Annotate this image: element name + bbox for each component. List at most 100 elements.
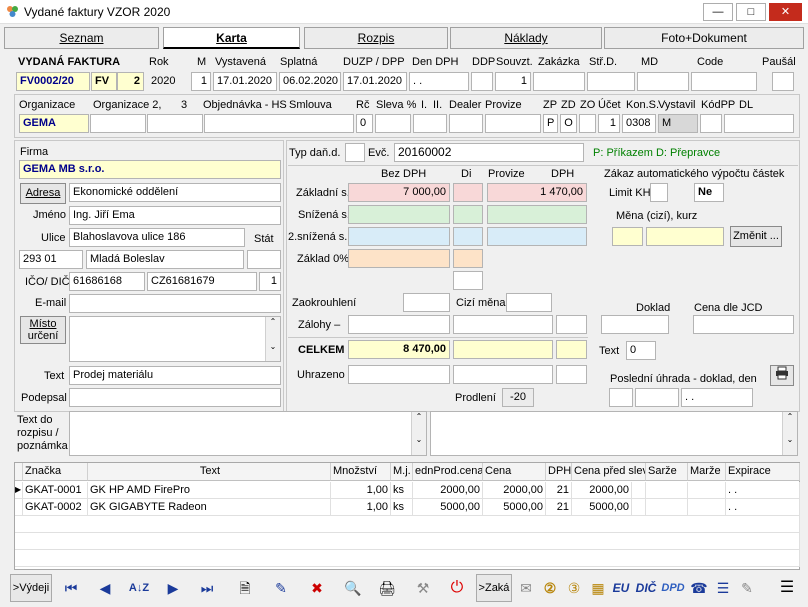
- cell-cena[interactable]: 2000,00: [483, 482, 546, 499]
- rc-field[interactable]: 0: [356, 114, 373, 133]
- scroll-up-icon[interactable]: ⌃: [412, 412, 426, 421]
- ucet-field[interactable]: 1: [598, 114, 620, 133]
- col-dph[interactable]: DPH: [546, 463, 572, 481]
- issued-date-field[interactable]: 17.01.2020: [213, 72, 277, 91]
- tab-rozpis[interactable]: Rozpis: [304, 27, 448, 49]
- zalohy-field[interactable]: [348, 315, 450, 334]
- vydej-button[interactable]: >Výdeji: [10, 574, 52, 602]
- vystavil-field[interactable]: M: [658, 114, 698, 133]
- cell-cena[interactable]: 5000,00: [483, 499, 546, 516]
- zakazka-field[interactable]: [533, 72, 585, 91]
- evc-field[interactable]: 20160002: [394, 143, 584, 162]
- payment-2-icon[interactable]: ②: [538, 574, 562, 602]
- limit-kh-field[interactable]: [650, 183, 668, 202]
- col-cena[interactable]: Cena: [483, 463, 546, 481]
- sleva-ii-field[interactable]: [413, 114, 447, 133]
- kurz-field[interactable]: [646, 227, 724, 246]
- cell-sarze[interactable]: [646, 499, 688, 516]
- cell-marze[interactable]: [688, 499, 726, 516]
- cell-text[interactable]: GK GIGABYTE Radeon: [88, 499, 331, 516]
- misto-urceni-field[interactable]: [69, 316, 281, 362]
- ddp-field[interactable]: [471, 72, 493, 91]
- posledni-date-field[interactable]: . .: [681, 388, 753, 407]
- cell-znacka[interactable]: GKAT-0001: [23, 482, 88, 499]
- vat-day-field[interactable]: . .: [409, 72, 469, 91]
- invoice-number-field[interactable]: FV0002/20: [16, 72, 90, 91]
- power-icon[interactable]: ⏻: [442, 574, 472, 602]
- col-sarze[interactable]: Sarže: [646, 463, 688, 481]
- psc-field[interactable]: 293 01: [19, 250, 83, 269]
- cell-text[interactable]: GK HP AMD FirePro: [88, 482, 331, 499]
- dl-field[interactable]: [724, 114, 794, 133]
- print-icon[interactable]: 🖨: [372, 574, 402, 602]
- souvzt-field[interactable]: 1: [495, 72, 531, 91]
- md-field[interactable]: [637, 72, 689, 91]
- adresa-button[interactable]: Adresa: [20, 183, 66, 204]
- due-date-field[interactable]: 06.02.2020: [279, 72, 341, 91]
- zaokrouhleni-field[interactable]: [403, 293, 450, 312]
- series-number-field[interactable]: 2: [117, 72, 144, 91]
- duzp-field[interactable]: 17.01.2020: [343, 72, 407, 91]
- edit-icon[interactable]: ✎: [266, 574, 296, 602]
- snizena-bez-dph-field[interactable]: [348, 205, 450, 224]
- maximize-button[interactable]: □: [736, 3, 766, 21]
- code-field[interactable]: [691, 72, 757, 91]
- snizena2-dph-field[interactable]: [487, 227, 587, 246]
- empty-row[interactable]: [15, 550, 800, 567]
- scroll-up-icon[interactable]: ⌃: [783, 412, 797, 421]
- jmeno-field[interactable]: Ing. Jiří Ema: [69, 206, 281, 225]
- empty-row[interactable]: [15, 516, 800, 533]
- tab-seznam[interactable]: Seznam: [4, 27, 159, 49]
- cell-blank[interactable]: [632, 499, 646, 516]
- cizi-mena-field[interactable]: [506, 293, 552, 312]
- minimize-button[interactable]: —: [703, 3, 733, 21]
- cell-expirace[interactable]: . .: [726, 482, 800, 499]
- scroll-down-icon[interactable]: ⌄: [266, 342, 280, 351]
- next-record-icon[interactable]: ▶: [158, 574, 188, 602]
- print-payment-button[interactable]: [770, 365, 794, 386]
- celkem-extra-field[interactable]: [556, 340, 587, 359]
- cell-znacka[interactable]: GKAT-0002: [23, 499, 88, 516]
- col-znacka[interactable]: Značka: [23, 463, 88, 481]
- prodleni-field[interactable]: -20: [502, 388, 534, 407]
- zakladni-dph-field[interactable]: 1 470,00: [487, 183, 587, 202]
- pausal-field[interactable]: [772, 72, 794, 91]
- archive-icon[interactable]: ▦: [586, 574, 610, 602]
- snizena2-bez-dph-field[interactable]: [348, 227, 450, 246]
- col-prod-cena[interactable]: ednProd.cena: [413, 463, 483, 481]
- zakazka-button[interactable]: >Zaká: [476, 574, 512, 602]
- uhrazeno-cizi-field[interactable]: [453, 365, 553, 384]
- stat-field[interactable]: [247, 250, 281, 269]
- misto-scrollbar[interactable]: ⌃ ⌄: [265, 317, 280, 361]
- series-field[interactable]: FV: [91, 72, 117, 91]
- eu-button[interactable]: EU: [609, 574, 633, 602]
- empty-row[interactable]: [15, 533, 800, 550]
- new-document-icon[interactable]: 🗎: [230, 574, 260, 602]
- snizena2-di-field[interactable]: [453, 227, 483, 246]
- close-button[interactable]: ✕: [769, 3, 802, 21]
- kon-s-field[interactable]: 0308: [622, 114, 656, 133]
- provize-field[interactable]: [485, 114, 541, 133]
- dealer-field[interactable]: [449, 114, 483, 133]
- str-d-field[interactable]: [587, 72, 635, 91]
- cell-cena-pred-slev[interactable]: 2000,00: [572, 482, 632, 499]
- post-horn-icon[interactable]: ☎: [687, 574, 711, 602]
- typ-dan-d-field[interactable]: [345, 143, 365, 162]
- menu-icon[interactable]: ☰: [774, 574, 800, 602]
- col-mnozstvi[interactable]: Množství: [331, 463, 391, 481]
- zakladni-di-field[interactable]: [453, 183, 483, 202]
- organization-3-field[interactable]: [147, 114, 203, 133]
- zd-field[interactable]: O: [560, 114, 577, 133]
- zaklad0-di-field[interactable]: [453, 249, 483, 268]
- cell-dph[interactable]: 21: [546, 482, 572, 499]
- zp-field[interactable]: P: [543, 114, 558, 133]
- uhrazeno-extra-field[interactable]: [556, 365, 587, 384]
- cell-mj[interactable]: ks: [391, 499, 413, 516]
- cell-cena-pred-slev[interactable]: 5000,00: [572, 499, 632, 516]
- cell-mj[interactable]: ks: [391, 482, 413, 499]
- organization-2-field[interactable]: [90, 114, 146, 133]
- list-icon[interactable]: ☰: [711, 574, 735, 602]
- ulice-field[interactable]: Blahoslavova ulice 186: [69, 228, 245, 247]
- col-expirace[interactable]: Expirace: [726, 463, 800, 481]
- ne-field[interactable]: Ne: [694, 183, 724, 202]
